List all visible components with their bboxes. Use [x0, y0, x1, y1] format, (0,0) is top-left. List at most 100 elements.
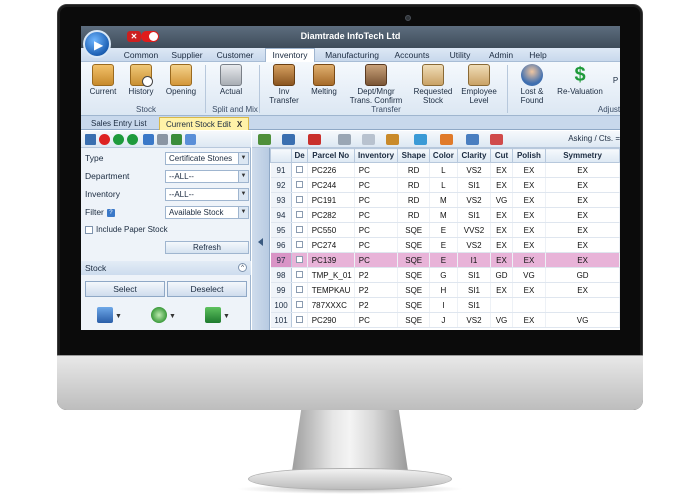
columns-icon[interactable] — [338, 134, 351, 145]
polish-cell[interactable]: EX — [512, 237, 547, 253]
shape-cell[interactable]: RD — [397, 192, 430, 208]
parcel-no-cell[interactable]: PC226 — [307, 162, 355, 178]
checkbox-icon[interactable] — [296, 285, 304, 293]
menu-manufacturing[interactable]: Manufacturing — [319, 49, 385, 62]
color-cell[interactable]: G — [429, 267, 458, 283]
color-cell[interactable]: E — [429, 222, 458, 238]
back-icon[interactable] — [113, 134, 124, 145]
table-row[interactable]: 99 TEMPKAU P2 SQE H SI1 EX EX EX — [270, 282, 620, 298]
table-icon[interactable] — [282, 134, 295, 145]
cut-cell[interactable]: EX — [490, 162, 513, 178]
color-cell[interactable]: I — [429, 297, 458, 313]
polish-cell[interactable]: EX — [512, 162, 547, 178]
clarity-cell[interactable]: VVS2 — [457, 222, 492, 238]
inventory-cell[interactable]: P2 — [354, 282, 399, 298]
list-icon[interactable] — [362, 134, 375, 145]
ribbon-lost-found-button[interactable]: Lost & Found — [513, 64, 551, 105]
row-checkbox-cell[interactable] — [291, 162, 308, 178]
email-icon[interactable] — [185, 134, 196, 145]
ribbon-requested-stock-button[interactable]: Requested Stock — [411, 64, 455, 105]
inventory-cell[interactable]: PC — [354, 237, 399, 253]
clarity-cell[interactable]: SI1 — [457, 267, 492, 283]
table-row[interactable]: 94 PC282 PC RD M SI1 EX EX EX — [270, 207, 620, 223]
chevron-down-icon[interactable]: ▼ — [169, 313, 176, 320]
cut-cell[interactable]: VG — [490, 312, 513, 328]
cut-cell[interactable]: EX — [490, 282, 513, 298]
ribbon-employee-level-button[interactable]: Employee Level — [457, 64, 501, 105]
row-number-cell[interactable]: 92 — [270, 177, 293, 193]
inventory-cell[interactable]: PC — [354, 192, 399, 208]
table-row[interactable]: 98 TMP_K_01 P2 SQE G SI1 GD VG GD — [270, 267, 620, 283]
menu-customer[interactable]: Customer — [211, 49, 259, 62]
clarity-cell[interactable]: VS2 — [457, 192, 492, 208]
parcel-no-cell[interactable]: TEMPKAU — [307, 282, 355, 298]
row-checkbox-cell[interactable] — [291, 177, 308, 193]
shape-cell[interactable]: RD — [397, 207, 430, 223]
ribbon-dept-confirm-button[interactable]: Dept/Mngr Trans. Confirm — [345, 64, 407, 105]
clarity-cell[interactable]: VS2 — [457, 312, 492, 328]
checkbox-icon[interactable] — [296, 165, 304, 173]
table-row[interactable]: 96 PC274 PC SQE E VS2 EX EX EX — [270, 237, 620, 253]
shape-cell[interactable]: SQE — [397, 312, 430, 328]
polish-cell[interactable]: VG — [512, 267, 547, 283]
inventory-cell[interactable]: PC — [354, 207, 399, 223]
deselect-button[interactable]: Deselect — [167, 281, 247, 297]
refresh-button[interactable]: Refresh — [165, 241, 249, 254]
shape-cell[interactable]: SQE — [397, 297, 430, 313]
menu-admin[interactable]: Admin — [483, 49, 519, 62]
export-icon[interactable] — [171, 134, 182, 145]
symmetry-cell[interactable]: EX — [545, 177, 620, 193]
parcel-no-cell[interactable]: 787XXXC — [307, 297, 355, 313]
cut-cell[interactable]: EX — [490, 222, 513, 238]
clear-icon[interactable] — [490, 134, 503, 145]
row-checkbox-cell[interactable] — [291, 282, 308, 298]
symmetry-cell[interactable]: EX — [545, 252, 620, 268]
inventory-cell[interactable]: PC — [354, 162, 399, 178]
row-checkbox-cell[interactable] — [291, 222, 308, 238]
cut-cell[interactable]: EX — [490, 177, 513, 193]
table-row[interactable]: 100 787XXXC P2 SQE I SI1 — [270, 297, 620, 313]
row-checkbox-cell[interactable] — [291, 252, 308, 268]
checkbox-icon[interactable] — [85, 225, 93, 234]
export-icon[interactable] — [440, 134, 453, 145]
include-paper-stock-checkbox[interactable]: Include Paper Stock — [85, 225, 168, 234]
cut-cell[interactable]: EX — [490, 252, 513, 268]
parcel-no-cell[interactable]: PC139 — [307, 252, 355, 268]
menu-utility[interactable]: Utility — [441, 49, 479, 62]
symmetry-cell[interactable]: EX — [545, 282, 620, 298]
parcel-no-cell[interactable]: PC282 — [307, 207, 355, 223]
row-number-cell[interactable]: 97 — [270, 252, 293, 268]
cut-cell[interactable] — [490, 297, 513, 313]
cancel-icon[interactable] — [99, 134, 110, 145]
color-cell[interactable]: H — [429, 282, 458, 298]
cut-cell[interactable]: EX — [490, 237, 513, 253]
gear-icon[interactable] — [151, 307, 167, 323]
color-cell[interactable]: J — [429, 312, 458, 328]
ribbon-revaluation-button[interactable]: $ Re-Valuation — [551, 64, 609, 96]
checkbox-icon[interactable] — [296, 315, 304, 323]
checkbox-icon[interactable] — [296, 210, 304, 218]
column-header-parcel-no[interactable]: Parcel No — [306, 148, 355, 163]
ribbon-actual-button[interactable]: Actual — [211, 64, 251, 96]
polish-cell[interactable] — [512, 297, 547, 313]
menu-help[interactable]: Help — [523, 49, 553, 62]
shape-cell[interactable]: RD — [397, 177, 430, 193]
symmetry-cell[interactable]: EX — [545, 237, 620, 253]
row-number-cell[interactable]: 99 — [270, 282, 293, 298]
ribbon-melting-button[interactable]: Melting — [305, 64, 343, 96]
symmetry-cell[interactable]: EX — [545, 222, 620, 238]
clarity-cell[interactable]: I1 — [457, 252, 492, 268]
color-cell[interactable]: L — [429, 177, 458, 193]
ribbon-current-button[interactable]: Current — [85, 64, 121, 96]
forward-icon[interactable] — [127, 134, 138, 145]
inventory-cell[interactable]: PC — [354, 177, 399, 193]
inventory-cell[interactable]: PC — [354, 252, 399, 268]
ribbon-opening-button[interactable]: Opening — [161, 64, 201, 96]
checkbox-icon[interactable] — [296, 255, 304, 263]
menu-icon[interactable] — [85, 134, 96, 145]
clarity-cell[interactable]: VS2 — [457, 237, 492, 253]
parcel-no-cell[interactable]: PC244 — [307, 177, 355, 193]
checkbox-icon[interactable] — [296, 240, 304, 248]
shape-cell[interactable]: SQE — [397, 282, 430, 298]
clarity-cell[interactable]: SI1 — [457, 177, 492, 193]
